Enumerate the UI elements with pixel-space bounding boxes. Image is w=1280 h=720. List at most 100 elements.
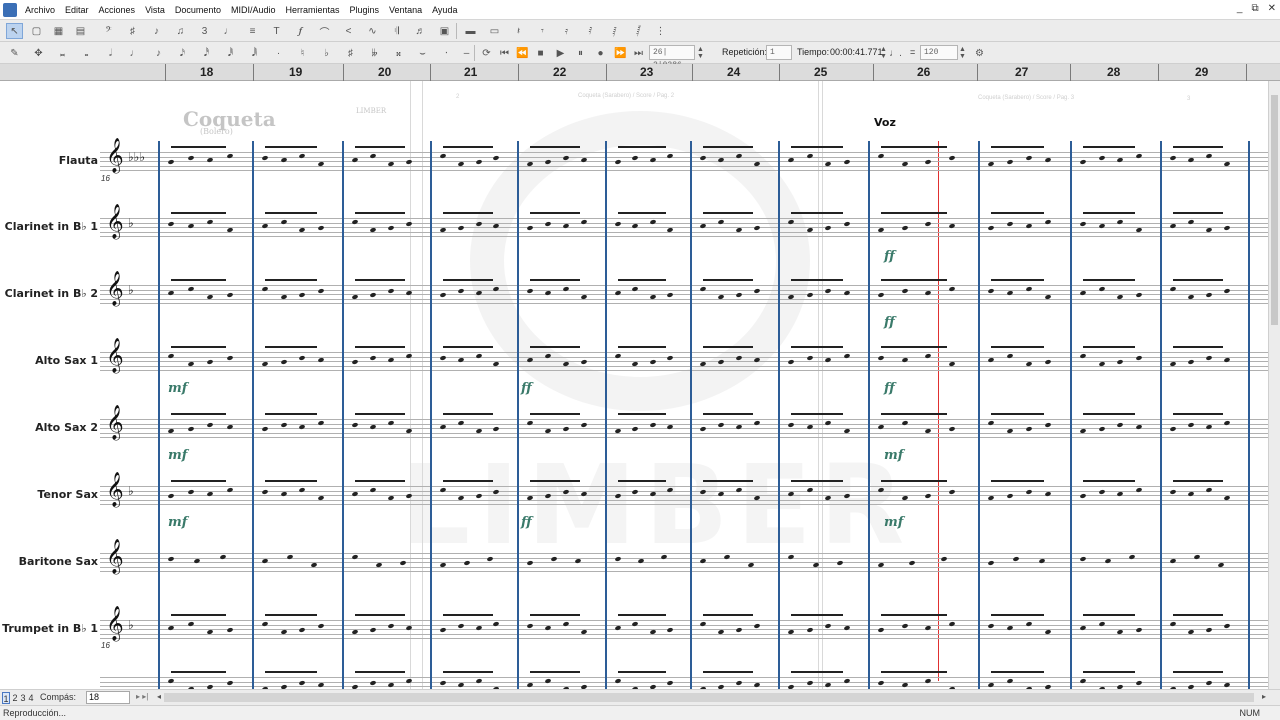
staff[interactable] <box>100 486 1268 505</box>
menu-ayuda[interactable]: Ayuda <box>427 0 462 20</box>
menu-documento[interactable]: Documento <box>170 0 226 20</box>
beam-tool-icon[interactable]: ♫ <box>172 23 189 39</box>
ruler-measure-number[interactable]: 29 <box>1195 65 1208 79</box>
loop-icon[interactable]: ⟳ <box>478 45 495 61</box>
bar-line[interactable] <box>978 141 980 689</box>
dynamic-marking[interactable]: ff <box>884 315 895 330</box>
tenuto-icon[interactable]: – <box>458 45 475 61</box>
ruler-measure-number[interactable]: 21 <box>464 65 477 79</box>
compas-input[interactable]: 18 <box>86 691 130 704</box>
grace-note-icon[interactable]: 𝅘𝅥𝅲 <box>246 45 263 61</box>
position-display[interactable]: 26| 2|0386 <box>649 45 695 70</box>
natural-icon[interactable]: ♮ <box>294 45 311 61</box>
bar-line[interactable] <box>342 141 344 689</box>
line-tool-icon[interactable]: ∿ <box>364 23 381 39</box>
menu-herramientas[interactable]: Herramientas <box>280 0 344 20</box>
play-icon[interactable]: ▶ <box>552 45 569 61</box>
table-icon[interactable]: ▤ <box>72 23 89 39</box>
record-icon[interactable]: ● <box>592 45 609 61</box>
staff-tool-icon[interactable]: ≡ <box>244 23 261 39</box>
dot-icon[interactable]: · <box>270 45 287 61</box>
stop-icon[interactable]: ■ <box>532 45 549 61</box>
bar-line[interactable] <box>517 141 519 689</box>
dynamic-marking[interactable]: mf <box>168 448 187 463</box>
tempo-bpm-input[interactable]: 120 <box>920 45 958 60</box>
vertical-scroll-thumb[interactable] <box>1271 95 1278 325</box>
whole-rest-icon[interactable]: ▬ <box>462 23 479 39</box>
bar-line[interactable] <box>778 141 780 689</box>
bar-line[interactable] <box>868 141 870 689</box>
ruler-measure-number[interactable]: 18 <box>200 65 213 79</box>
staff[interactable] <box>100 620 1268 639</box>
instrument-name[interactable]: Clarinet in B♭ 1 <box>2 220 98 233</box>
slur-tool-icon[interactable]: ⌒ <box>316 23 333 39</box>
sixteenth-note-icon[interactable]: 𝅘𝅥𝅯 <box>174 45 191 61</box>
rewind-icon[interactable]: ⏪ <box>514 45 531 61</box>
dynamic-marking[interactable]: mf <box>884 448 903 463</box>
sixty-fourth-note-icon[interactable]: 𝅘𝅥𝅱 <box>222 45 239 61</box>
menu-editar[interactable]: Editar <box>60 0 94 20</box>
scroll-left-icon[interactable]: ◂ <box>157 692 161 701</box>
hairpin-tool-icon[interactable]: < <box>340 23 357 39</box>
ruler-measure-number[interactable]: 26 <box>917 65 930 79</box>
move-icon[interactable]: ✥ <box>30 45 47 61</box>
fast-forward-icon[interactable]: ⏩ <box>612 45 629 61</box>
key-tool-icon[interactable]: ♯ <box>124 23 141 39</box>
dynamic-marking[interactable]: mf <box>884 515 903 530</box>
lyrics-tool-icon[interactable]: 𝆑 <box>292 23 309 39</box>
grid-icon[interactable]: ▦ <box>50 23 67 39</box>
menu-vista[interactable]: Vista <box>140 0 170 20</box>
tie-icon[interactable]: ⌣ <box>414 45 431 61</box>
eighth-rest-icon[interactable]: 𝄾 <box>534 23 551 39</box>
half-note-icon[interactable]: 𝅗𝅥 <box>102 45 119 61</box>
whole-note-icon[interactable]: 𝅝 <box>78 45 95 61</box>
thirty-second-rest-icon[interactable]: 𝅀 <box>582 23 599 39</box>
note-tool-icon[interactable]: ♪ <box>148 23 165 39</box>
text-tool-icon[interactable]: T <box>268 23 285 39</box>
ruler-measure-number[interactable]: 20 <box>378 65 391 79</box>
vertical-scrollbar[interactable] <box>1268 81 1280 689</box>
flat-icon[interactable]: ♭ <box>318 45 335 61</box>
menu-plugins[interactable]: Plugins <box>345 0 385 20</box>
close-icon[interactable]: ✕ <box>1268 3 1276 14</box>
chord-symbol-tool-icon[interactable]: ▣ <box>436 23 453 39</box>
menu-acciones[interactable]: Acciones <box>94 0 141 20</box>
eraser-icon[interactable]: ▢ <box>28 23 45 39</box>
bar-line[interactable] <box>1160 141 1162 689</box>
chord-tool-icon[interactable]: ♩ <box>220 23 237 39</box>
page-tab-4[interactable]: 4 <box>27 692 35 704</box>
staccato-icon[interactable]: ⋅ <box>438 45 455 61</box>
double-whole-note-icon[interactable]: 𝅜 <box>54 45 71 61</box>
select-arrow-icon[interactable]: ↖ <box>6 23 23 39</box>
double-sharp-icon[interactable]: 𝄪 <box>390 45 407 61</box>
staff[interactable] <box>100 419 1268 438</box>
bar-line[interactable] <box>1070 141 1072 689</box>
staff[interactable] <box>100 553 1268 572</box>
instrument-name[interactable]: Clarinet in B♭ 2 <box>2 287 98 300</box>
ruler-measure-number[interactable]: 19 <box>289 65 302 79</box>
instrument-name[interactable]: Alto Sax 2 <box>2 421 98 434</box>
bar-line[interactable] <box>430 141 432 689</box>
dynamic-marking[interactable]: ff <box>884 249 895 264</box>
ruler-measure-number[interactable]: 24 <box>727 65 740 79</box>
ruler-measure-number[interactable]: 22 <box>553 65 566 79</box>
dynamic-marking[interactable]: ff <box>521 381 532 396</box>
dynamic-marking[interactable]: mf <box>168 381 187 396</box>
bar-line[interactable] <box>1248 141 1250 689</box>
clef-tool-icon[interactable]: 𝄢 <box>100 23 117 39</box>
pencil-icon[interactable]: ✎ <box>6 45 23 61</box>
ruler-measure-number[interactable]: 27 <box>1015 65 1028 79</box>
double-flat-icon[interactable]: 𝄫 <box>366 45 383 61</box>
score-view[interactable]: LIMBER Coqueta (Bolero) LIMBER Coqueta (… <box>0 81 1268 689</box>
bar-line[interactable] <box>158 141 160 689</box>
staff[interactable] <box>100 677 1268 689</box>
thirty-second-note-icon[interactable]: 𝅘𝅥𝅰 <box>198 45 215 61</box>
page-tab-1[interactable]: 1 <box>2 692 10 704</box>
compas-nav-icon[interactable]: ▸ ▸| <box>136 692 148 701</box>
quarter-rest-icon[interactable]: 𝄽 <box>510 23 527 39</box>
bar-line[interactable] <box>690 141 692 689</box>
dynamic-marking[interactable]: ff <box>884 381 895 396</box>
eighth-note-icon[interactable]: ♪ <box>150 45 167 61</box>
restore-icon[interactable]: ⧉ <box>1251 3 1258 14</box>
tuplet-tool-icon[interactable]: 3 <box>196 23 213 39</box>
